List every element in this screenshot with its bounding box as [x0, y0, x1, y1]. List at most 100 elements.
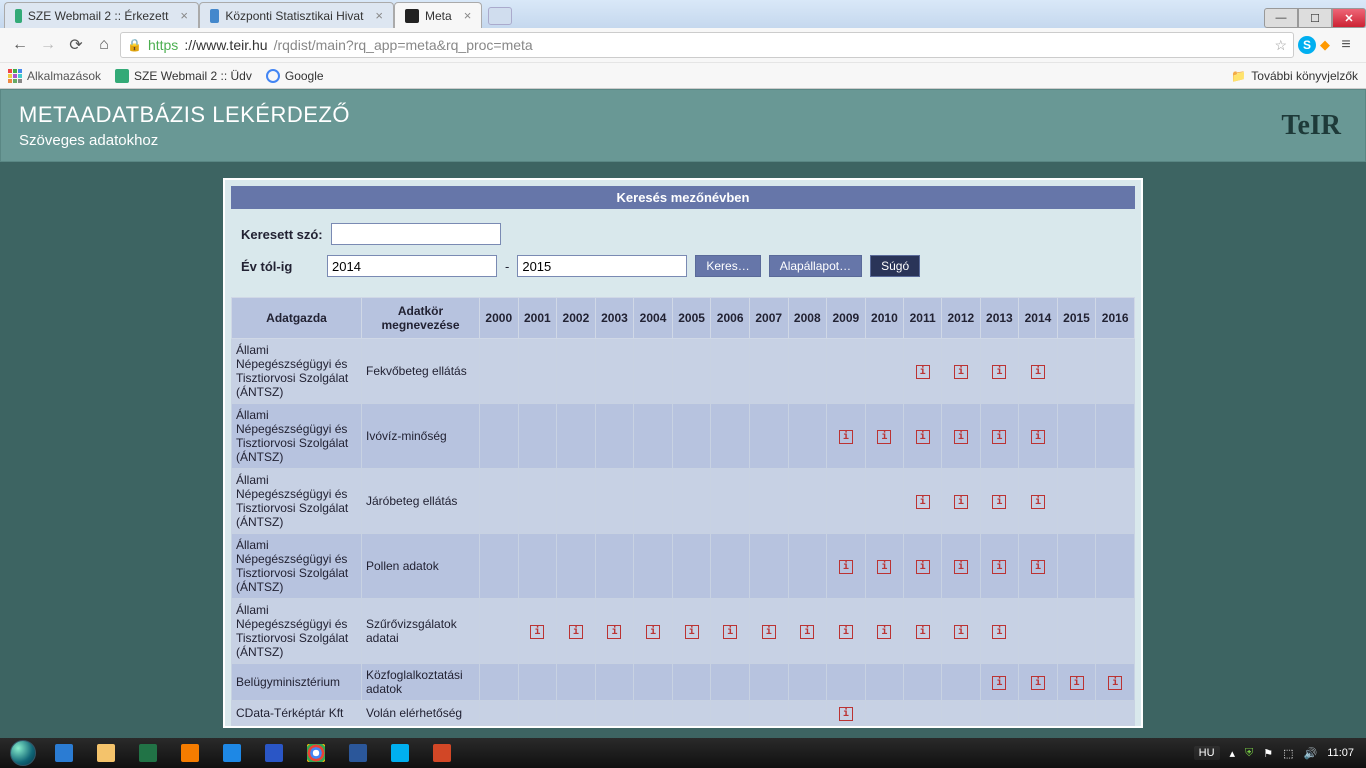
info-icon[interactable]: i: [992, 560, 1006, 574]
tray-flag-icon[interactable]: ⚑: [1263, 747, 1273, 760]
info-icon[interactable]: i: [1108, 676, 1122, 690]
taskbar-ie[interactable]: [44, 740, 84, 766]
taskbar-save[interactable]: [254, 740, 294, 766]
other-bookmarks[interactable]: 📁 További könyvjelzők: [1231, 69, 1358, 83]
cell-year: [518, 404, 557, 469]
apps-bookmark[interactable]: Alkalmazások: [8, 69, 101, 83]
window-maximize[interactable]: ☐: [1298, 8, 1332, 28]
reset-button[interactable]: Alapállapot…: [769, 255, 862, 277]
help-button[interactable]: Súgó: [870, 255, 920, 277]
info-icon[interactable]: i: [1031, 676, 1045, 690]
menu-button[interactable]: ≡: [1334, 33, 1358, 57]
year-from-input[interactable]: [327, 255, 497, 277]
info-icon[interactable]: i: [685, 625, 699, 639]
url-bar[interactable]: 🔒 https ://www.teir.hu /rqdist/main?rq_a…: [120, 32, 1294, 58]
info-icon[interactable]: i: [646, 625, 660, 639]
bookmark-1[interactable]: SZE Webmail 2 :: Üdv: [115, 69, 252, 83]
info-icon[interactable]: i: [877, 625, 891, 639]
info-icon[interactable]: i: [530, 625, 544, 639]
info-icon[interactable]: i: [839, 707, 853, 721]
taskbar-skype[interactable]: [380, 740, 420, 766]
info-icon[interactable]: i: [800, 625, 814, 639]
tab-2[interactable]: Központi Statisztikai Hivat ×: [199, 2, 394, 28]
start-button[interactable]: [4, 738, 42, 768]
cell-year: [634, 701, 673, 726]
tab-close-icon[interactable]: ×: [174, 8, 188, 23]
info-icon[interactable]: i: [992, 625, 1006, 639]
skype-extension-icon[interactable]: S: [1298, 36, 1316, 54]
info-icon[interactable]: i: [916, 365, 930, 379]
back-button[interactable]: ←: [8, 33, 32, 57]
info-icon[interactable]: i: [992, 676, 1006, 690]
tab-1[interactable]: SZE Webmail 2 :: Érkezett ×: [4, 2, 199, 28]
extension-icon[interactable]: ◆: [1320, 37, 1330, 53]
language-indicator[interactable]: HU: [1194, 746, 1220, 760]
info-icon[interactable]: i: [569, 625, 583, 639]
cell-year: [788, 701, 827, 726]
info-icon[interactable]: i: [954, 430, 968, 444]
home-button[interactable]: ⌂: [92, 33, 116, 57]
info-icon[interactable]: i: [762, 625, 776, 639]
tray-volume-icon[interactable]: 🔊: [1304, 747, 1318, 760]
year-to-input[interactable]: [517, 255, 687, 277]
star-icon[interactable]: ☆: [1274, 37, 1287, 54]
taskbar-powerpoint[interactable]: [422, 740, 462, 766]
cell-year: [1096, 701, 1135, 726]
info-icon[interactable]: i: [992, 430, 1006, 444]
info-icon[interactable]: i: [607, 625, 621, 639]
info-icon[interactable]: i: [1070, 676, 1084, 690]
window-close[interactable]: ✕: [1332, 8, 1366, 28]
reload-button[interactable]: ⟳: [64, 33, 88, 57]
taskbar-ie2[interactable]: [212, 740, 252, 766]
info-icon[interactable]: i: [954, 625, 968, 639]
info-icon[interactable]: i: [916, 625, 930, 639]
cell-year: i: [980, 404, 1019, 469]
info-icon[interactable]: i: [992, 365, 1006, 379]
cell-year: i: [980, 534, 1019, 599]
info-icon[interactable]: i: [877, 430, 891, 444]
cell-year: [788, 469, 827, 534]
info-icon[interactable]: i: [1031, 560, 1045, 574]
info-icon[interactable]: i: [916, 560, 930, 574]
forward-button[interactable]: →: [36, 33, 60, 57]
tab-3-active[interactable]: Meta ×: [394, 2, 482, 28]
info-icon[interactable]: i: [839, 560, 853, 574]
taskbar-explorer[interactable]: [86, 740, 126, 766]
tray-shield-icon[interactable]: ⛨: [1245, 747, 1253, 760]
taskbar-chrome[interactable]: [296, 740, 336, 766]
tab-close-icon[interactable]: ×: [458, 8, 472, 23]
clock[interactable]: 11:07: [1327, 747, 1354, 759]
info-icon[interactable]: i: [723, 625, 737, 639]
tray-network-icon[interactable]: ⬚: [1283, 747, 1293, 760]
cell-year: [518, 664, 557, 701]
cell-year: i: [942, 469, 981, 534]
bookmark-2[interactable]: Google: [266, 69, 324, 83]
taskbar-media[interactable]: [170, 740, 210, 766]
window-minimize[interactable]: —: [1264, 8, 1298, 28]
info-icon[interactable]: i: [877, 560, 891, 574]
info-icon[interactable]: i: [954, 495, 968, 509]
info-icon[interactable]: i: [1031, 495, 1045, 509]
tray-chevron-icon[interactable]: ▴: [1230, 747, 1236, 760]
info-icon[interactable]: i: [992, 495, 1006, 509]
info-icon[interactable]: i: [954, 560, 968, 574]
cell-year: i: [827, 534, 866, 599]
info-icon[interactable]: i: [954, 365, 968, 379]
cell-adatkor: Közfoglalkoztatási adatok: [362, 664, 480, 701]
info-icon[interactable]: i: [916, 495, 930, 509]
tab-close-icon[interactable]: ×: [369, 8, 383, 23]
info-icon[interactable]: i: [1031, 365, 1045, 379]
info-icon[interactable]: i: [839, 625, 853, 639]
col-year: 2003: [595, 298, 634, 339]
cell-year: [480, 339, 519, 404]
info-icon[interactable]: i: [1031, 430, 1045, 444]
new-tab-button[interactable]: [488, 7, 512, 25]
keresett-input[interactable]: [331, 223, 501, 245]
info-icon[interactable]: i: [916, 430, 930, 444]
teir-logo: TeIR: [1281, 110, 1341, 142]
info-icon[interactable]: i: [839, 430, 853, 444]
search-button[interactable]: Keres…: [695, 255, 760, 277]
taskbar-excel[interactable]: [128, 740, 168, 766]
taskbar-word[interactable]: [338, 740, 378, 766]
table-header-row: Adatgazda Adatkör megnevezése 2000200120…: [232, 298, 1135, 339]
